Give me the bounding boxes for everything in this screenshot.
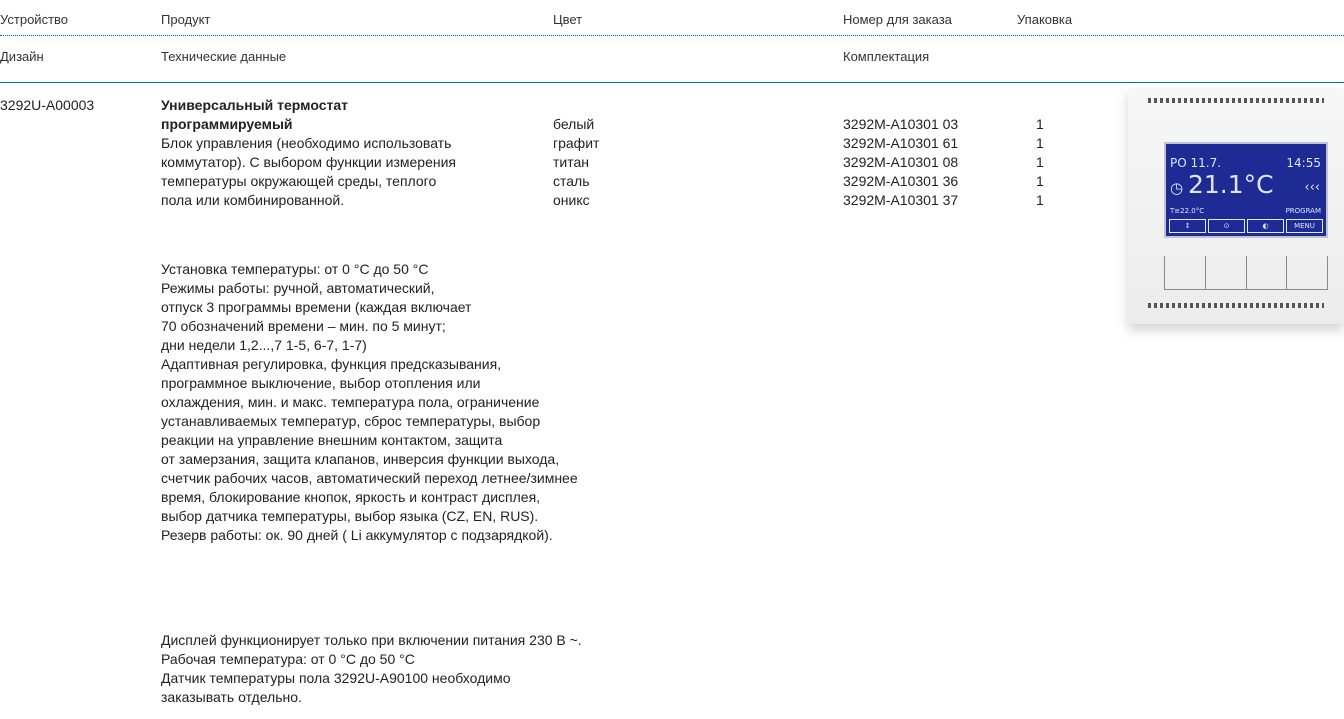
header-divider-dotted [0, 35, 1344, 36]
header-design: Дизайн [0, 49, 44, 64]
thermostat-image: PO 11.7. 14:55 ◷ 21.1°C ‹‹‹ T≡22.0°C PRO… [1128, 88, 1344, 324]
header-packaging: Упаковка [1017, 12, 1073, 27]
thermostat-key [1247, 256, 1288, 289]
product-description-line: пола или комбинированной. [161, 192, 345, 208]
mode-icon: ◐ [1247, 219, 1284, 233]
clock-icon: ◷ [1170, 179, 1184, 197]
color-item: оникс [553, 192, 590, 208]
order-number-list: 3292M-A10301 03 3292M-A10301 61 3292M-A1… [843, 115, 958, 210]
color-item: титан [553, 154, 590, 170]
spec-line: дни недели 1,2...,7 1-5, 6-7, 1-7) [161, 337, 367, 353]
thermostat-display: PO 11.7. 14:55 ◷ 21.1°C ‹‹‹ T≡22.0°C PRO… [1164, 142, 1328, 238]
bottom-vent-grille [1148, 303, 1324, 308]
top-vent-grille [1148, 98, 1324, 103]
order-number-item: 3292M-A10301 08 [843, 154, 959, 170]
header-divider-solid [0, 82, 1344, 83]
spec-line: 70 обозначений времени – мин. по 5 минут… [161, 318, 446, 334]
heating-waves-icon: ‹‹‹ [1304, 180, 1320, 195]
header-kit: Комплектация [843, 49, 930, 64]
display-program-label: PROGRAM [1285, 207, 1321, 215]
color-item: графит [553, 135, 600, 151]
spec-line: выбор датчика температуры, выбор языка (… [161, 508, 539, 524]
thermostat-key [1206, 256, 1247, 289]
product-title-line: программируемый [161, 116, 293, 132]
packaging-item: 1 [1036, 173, 1044, 189]
color-list: белый графит титан сталь оникс [553, 115, 599, 210]
order-number-item: 3292M-A10301 37 [843, 192, 959, 208]
header-device: Устройство [0, 12, 69, 27]
product-description-line: Блок управления (необходимо использовать [161, 135, 452, 151]
display-set-temperature: T≡22.0°C [1170, 207, 1205, 215]
spec-line: программное выключение, выбор отопления … [161, 375, 481, 391]
specs-block: Установка температуры: от 0 °C до 50 °C … [161, 260, 578, 545]
product-description-line: температуры окружающей среды, теплого [161, 173, 437, 189]
product-block: Универсальный термостат программируемый … [161, 96, 456, 210]
display-softkey-icons: ↕ ⊙ ◐ MENU [1169, 219, 1323, 233]
packaging-item: 1 [1036, 116, 1044, 132]
spec-line: Установка температуры: от 0 °C до 50 °C [161, 261, 429, 277]
spec-line: охлаждения, мин. и макс. температура пол… [161, 394, 540, 410]
thermostat-key [1287, 256, 1327, 289]
spec-line: устанавливаемых температур, сброс темпер… [161, 413, 541, 429]
spec-line: счетчик рабочих часов, автоматический пе… [161, 470, 578, 486]
header-product: Продукт [161, 12, 211, 27]
spec-line: Адаптивная регулировка, функция предсказ… [161, 356, 502, 372]
packaging-list: 1 1 1 1 1 [1036, 115, 1044, 210]
spec-line: отпуск 3 программы времени (каждая включ… [161, 299, 472, 315]
spec-line: реакции на управление внешним контактом,… [161, 432, 503, 448]
temperature-adjust-icon: ↕ [1169, 219, 1206, 233]
thermostat-key [1165, 256, 1206, 289]
display-date: PO 11.7. [1170, 156, 1222, 170]
product-title-line: Универсальный термостат [161, 97, 348, 113]
color-item: белый [553, 116, 595, 132]
note-line: Дисплей функционирует только при включен… [161, 632, 582, 648]
color-item: сталь [553, 173, 590, 189]
packaging-item: 1 [1036, 192, 1044, 208]
thermostat-keys [1164, 256, 1328, 290]
order-number-item: 3292M-A10301 61 [843, 135, 959, 151]
spec-line: время, блокирование кнопок, яркость и ко… [161, 489, 541, 505]
product-description-line: коммутатор). С выбором функции измерения [161, 154, 456, 170]
note-line: Датчик температуры пола 3292U-A90100 нео… [161, 670, 511, 686]
order-number-item: 3292M-A10301 36 [843, 173, 959, 189]
note-line: Рабочая температура: от 0 °C до 50 °C [161, 651, 415, 667]
header-tech-data: Технические данные [161, 49, 287, 64]
order-number-item: 3292M-A10301 03 [843, 116, 959, 132]
spec-line: от замерзания, защита клапанов, инверсия… [161, 451, 560, 467]
header-color: Цвет [553, 12, 583, 27]
display-temperature: 21.1°C [1188, 170, 1274, 199]
note-line: заказывать отдельно. [161, 689, 302, 705]
spec-line: Резерв работы: ок. 90 дней ( Li аккумуля… [161, 527, 553, 543]
display-time: 14:55 [1286, 156, 1321, 170]
display-menu-label: MENU [1286, 219, 1323, 233]
thermometer-icon: ⊙ [1208, 219, 1245, 233]
packaging-item: 1 [1036, 154, 1044, 170]
packaging-item: 1 [1036, 135, 1044, 151]
notes-block: Дисплей функционирует только при включен… [161, 631, 582, 707]
device-code: 3292U-A00003 [0, 97, 95, 113]
header-order-number: Номер для заказа [843, 12, 952, 27]
spec-line: Режимы работы: ручной, автоматический, [161, 280, 435, 296]
